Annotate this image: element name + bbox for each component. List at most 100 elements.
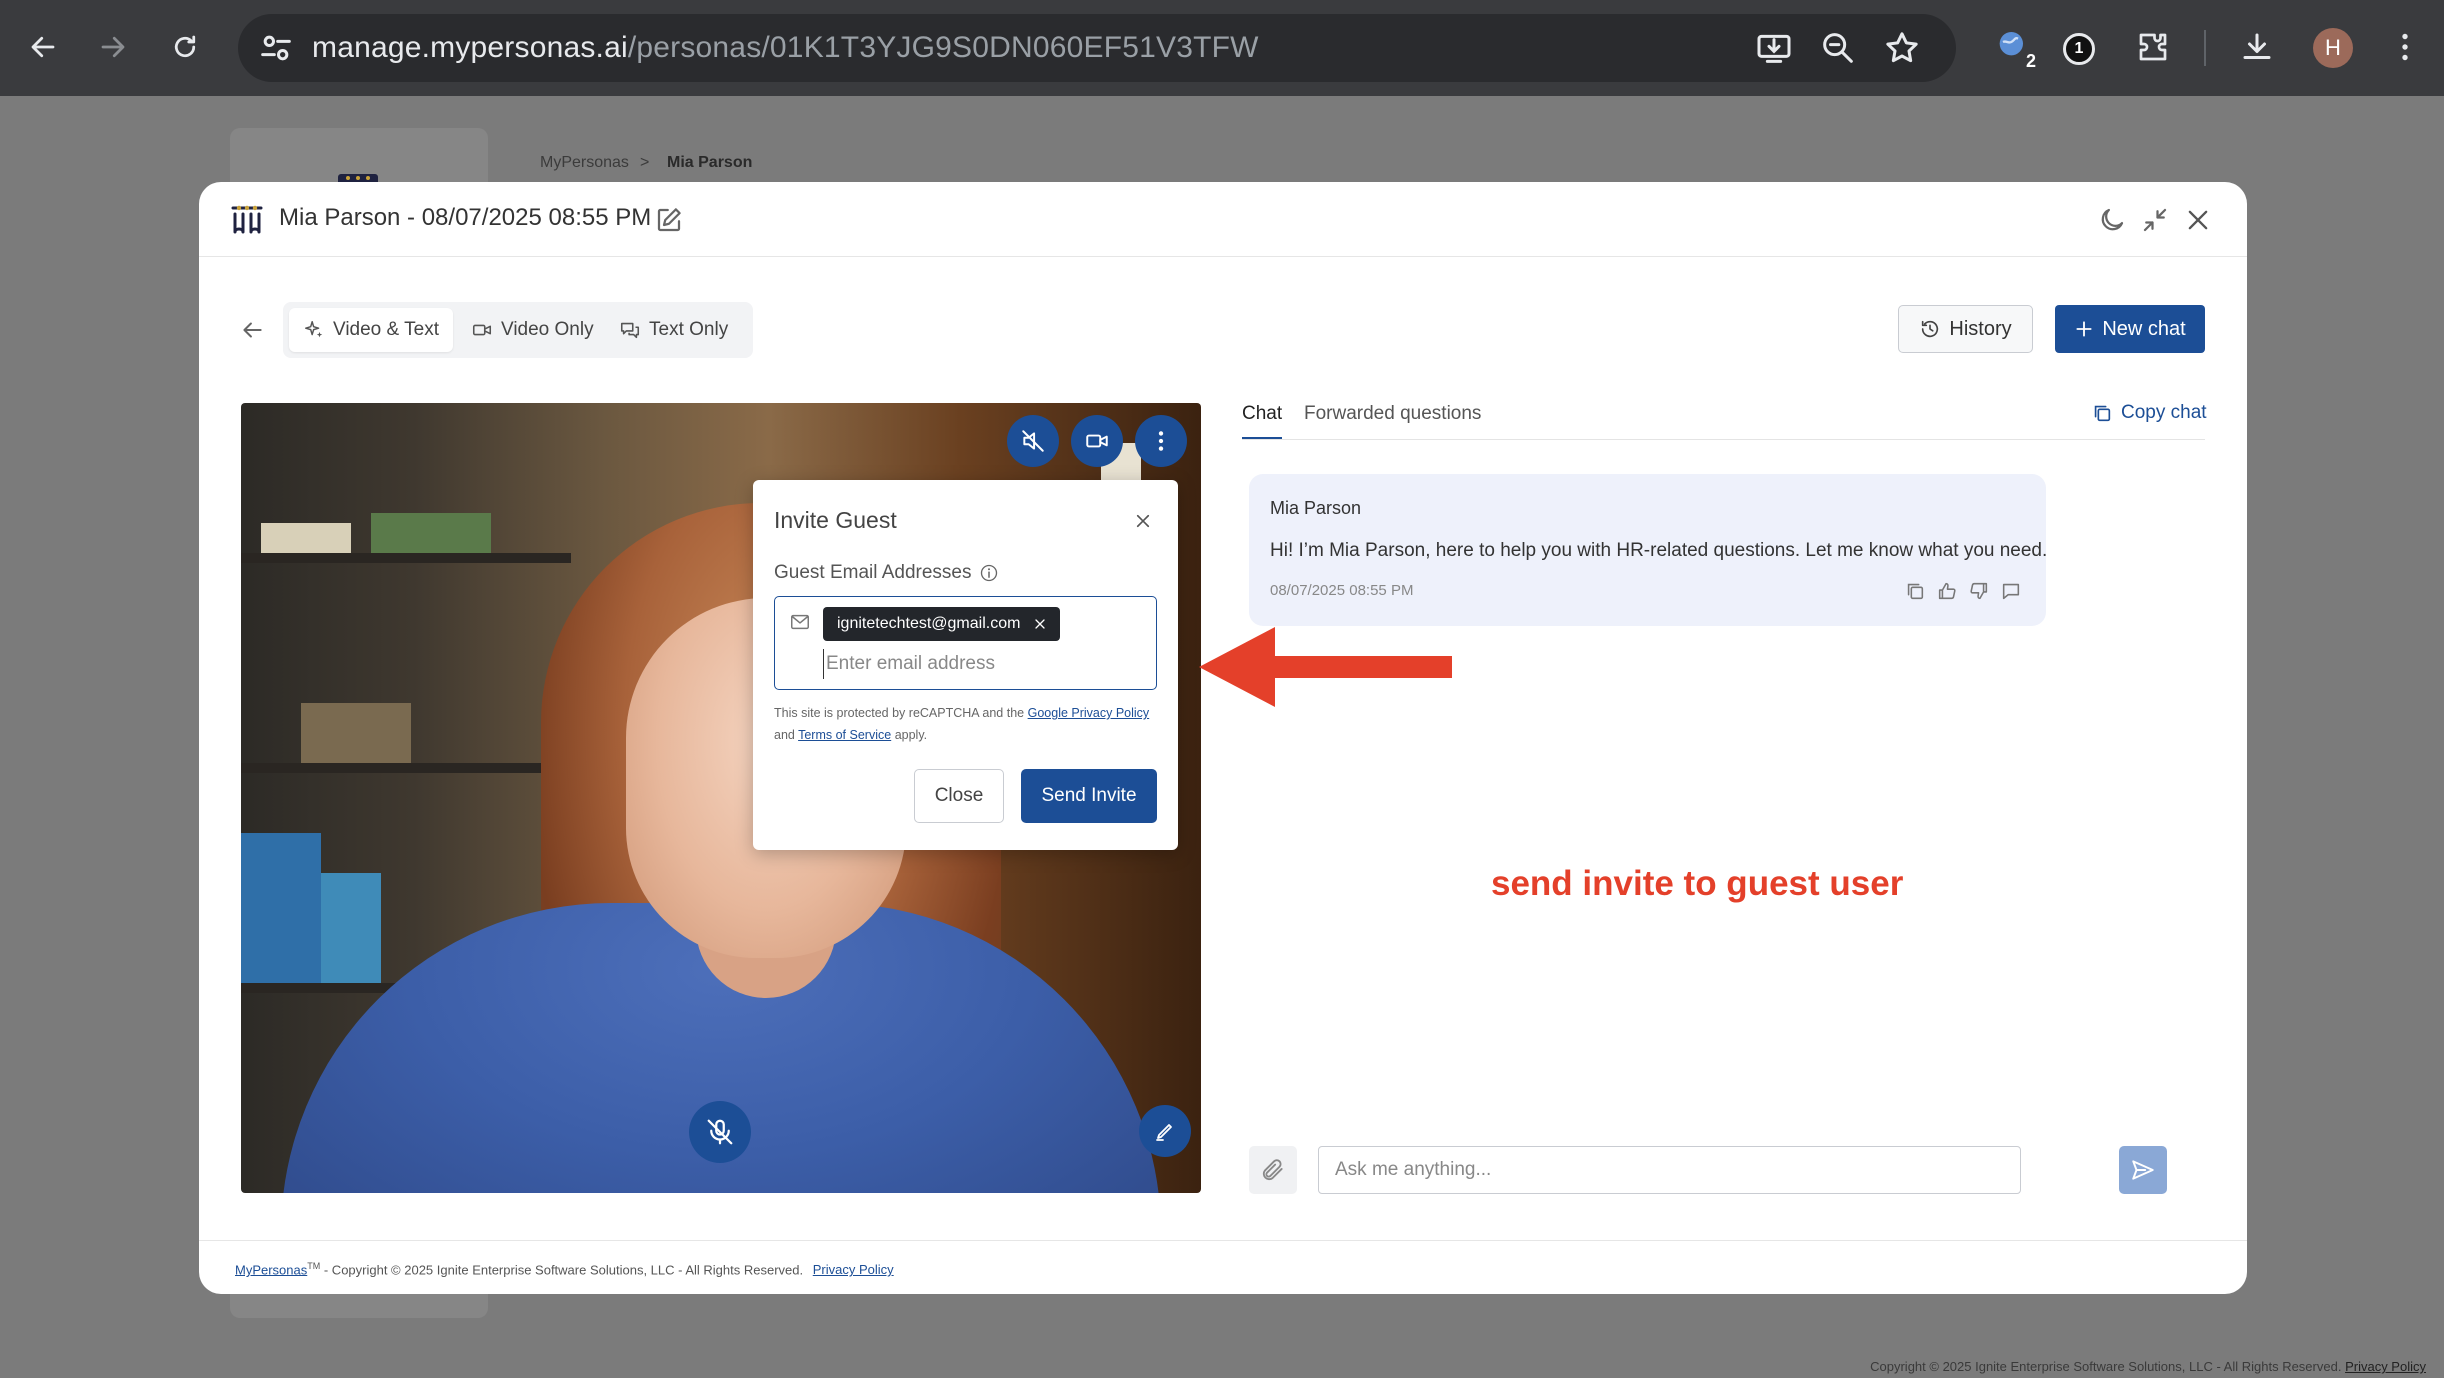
profile-count-badge[interactable]: 1	[2063, 33, 2095, 65]
copy-chat-button[interactable]: Copy chat	[2091, 402, 2207, 424]
recaptcha-notice: This site is protected by reCAPTCHA and …	[774, 706, 1150, 742]
microphone-muted-icon	[707, 1119, 733, 1145]
tab-forwarded-questions[interactable]: Forwarded questions	[1304, 403, 1481, 425]
email-chip: ignitetechtest@gmail.com	[823, 607, 1061, 641]
comment-icon[interactable]	[2000, 580, 2022, 602]
background-footer: Copyright © 2025 Ignite Enterprise Softw…	[1870, 1359, 2426, 1374]
extension-badge: 2	[2025, 51, 2036, 71]
message-text: Hi! I’m Mia Parson, here to help you wit…	[1270, 540, 2048, 561]
active-tab-indicator	[1242, 437, 1282, 439]
chat-bubbles-icon	[620, 322, 640, 339]
video-feedback-button[interactable]	[1139, 1105, 1191, 1157]
chat-message-input[interactable]	[1318, 1146, 2021, 1194]
message-sender: Mia Parson	[1270, 498, 1362, 518]
camera-toggle-button[interactable]	[1071, 415, 1123, 467]
back-arrow-icon[interactable]	[18, 22, 68, 72]
address-bar[interactable]: manage.mypersonas.ai/personas/01K1T3YJG9…	[238, 14, 1956, 82]
bookmark-star-icon[interactable]	[1882, 28, 1922, 73]
tab-chat[interactable]: Chat	[1242, 403, 1282, 425]
extension-globe-icon[interactable]: 2	[1988, 22, 2038, 72]
back-arrow-icon[interactable]	[239, 317, 265, 348]
more-vertical-icon	[1158, 431, 1164, 451]
browser-menu-icon[interactable]	[2380, 22, 2430, 72]
google-privacy-link[interactable]: Google Privacy Policy	[1028, 706, 1150, 720]
chat-message: Mia Parson Hi! I’m Mia Parson, here to h…	[1249, 474, 2048, 626]
video-camera-icon	[472, 324, 492, 336]
speaker-muted-icon	[1022, 430, 1044, 452]
modal-footer: MyPersonasTM - Copyright © 2025 Ignite E…	[199, 1240, 2247, 1294]
mode-text-only-button[interactable]: Text Only	[605, 308, 742, 352]
paperclip-icon	[1262, 1159, 1283, 1181]
history-button[interactable]: History	[1898, 305, 2033, 353]
forward-arrow-icon[interactable]	[88, 22, 138, 72]
privacy-policy-link[interactable]: Privacy Policy	[813, 1262, 894, 1277]
history-clock-icon	[1922, 320, 1939, 338]
reload-icon[interactable]	[160, 22, 210, 72]
install-app-icon[interactable]	[1754, 28, 1794, 73]
profile-avatar[interactable]: H	[2313, 28, 2353, 68]
sparkle-icon	[305, 321, 323, 338]
close-modal-icon[interactable]	[2178, 200, 2218, 240]
message-timestamp: 08/07/2025 08:55 PM	[1270, 582, 1414, 599]
mode-video-text-button[interactable]: Video & Text	[289, 308, 453, 352]
breadcrumb-separator: >	[640, 154, 650, 171]
modal-title: Mia Parson - 08/07/2025 08:55 PM	[279, 204, 652, 231]
tabs-divider	[1242, 439, 2205, 440]
url-text: manage.mypersonas.ai/personas/01K1T3YJG9…	[312, 31, 1259, 64]
mode-video-only-button[interactable]: Video Only	[457, 308, 608, 352]
chat-mode-toggle: Video & Text Video Only Text Only	[283, 302, 753, 358]
breadcrumb-root: MyPersonas	[540, 154, 629, 171]
persona-chat-modal: Mia Parson - 08/07/2025 08:55 PM Video &…	[199, 182, 2247, 1294]
info-icon[interactable]	[979, 563, 999, 583]
book	[241, 833, 321, 983]
minimize-window-icon[interactable]	[2135, 200, 2175, 240]
edit-title-icon[interactable]	[649, 200, 689, 240]
browser-toolbar: manage.mypersonas.ai/personas/01K1T3YJG9…	[0, 0, 2444, 96]
mypersonas-logo-icon	[231, 205, 263, 234]
plus-icon	[2076, 321, 2092, 337]
send-invite-button[interactable]: Send Invite	[1021, 769, 1157, 823]
breadcrumb-current: Mia Parson	[667, 154, 753, 171]
invite-guest-dialog: Invite Guest Guest Email Addresses ignit…	[753, 480, 1178, 850]
thumbs-down-icon[interactable]	[1968, 580, 1990, 602]
invite-dialog-title: Invite Guest	[774, 507, 897, 533]
annotation-arrow-icon	[1199, 627, 1452, 707]
attach-file-button[interactable]	[1249, 1146, 1297, 1194]
guest-email-label: Guest Email Addresses	[774, 562, 999, 584]
annotation-label: send invite to guest user	[1491, 864, 1904, 903]
email-address-input[interactable]	[823, 649, 1143, 679]
send-icon	[2132, 1160, 2154, 1180]
modal-header: Mia Parson - 08/07/2025 08:55 PM	[199, 182, 2247, 257]
terms-of-service-link[interactable]: Terms of Service	[798, 728, 891, 742]
extensions-puzzle-icon[interactable]	[2128, 22, 2178, 72]
copy-icon[interactable]	[1904, 580, 1926, 602]
book	[321, 873, 381, 983]
footer-copyright: MyPersonasTM - Copyright © 2025 Ignite E…	[235, 1261, 894, 1278]
send-message-button[interactable]	[2119, 1146, 2167, 1194]
book	[371, 513, 491, 553]
book	[261, 523, 351, 553]
invite-close-button[interactable]: Close	[914, 769, 1004, 823]
video-more-button[interactable]	[1135, 415, 1187, 467]
copy-icon	[2094, 405, 2111, 422]
mypersonas-link[interactable]: MyPersonas	[235, 1262, 307, 1277]
toolbar-divider	[2204, 30, 2206, 66]
download-icon[interactable]	[2232, 22, 2282, 72]
bookshelf	[241, 553, 571, 563]
speaker-mute-button[interactable]	[1007, 415, 1059, 467]
guest-email-field[interactable]: ignitetechtest@gmail.com	[774, 596, 1157, 690]
microphone-toggle-button[interactable]	[689, 1101, 751, 1163]
message-actions	[1904, 580, 2022, 602]
pen-icon	[1156, 1124, 1172, 1141]
new-chat-button[interactable]: New chat	[2055, 305, 2205, 353]
video-camera-icon	[1086, 434, 1108, 448]
book	[301, 703, 411, 763]
close-icon[interactable]	[1130, 508, 1156, 534]
thumbs-up-icon[interactable]	[1936, 580, 1958, 602]
remove-chip-icon[interactable]	[1034, 618, 1046, 630]
dark-mode-moon-icon[interactable]	[2092, 200, 2132, 240]
background-privacy-link[interactable]: Privacy Policy	[2345, 1359, 2426, 1374]
site-settings-icon[interactable]	[256, 28, 296, 73]
zoom-icon[interactable]	[1818, 28, 1858, 73]
mail-icon	[791, 614, 809, 630]
